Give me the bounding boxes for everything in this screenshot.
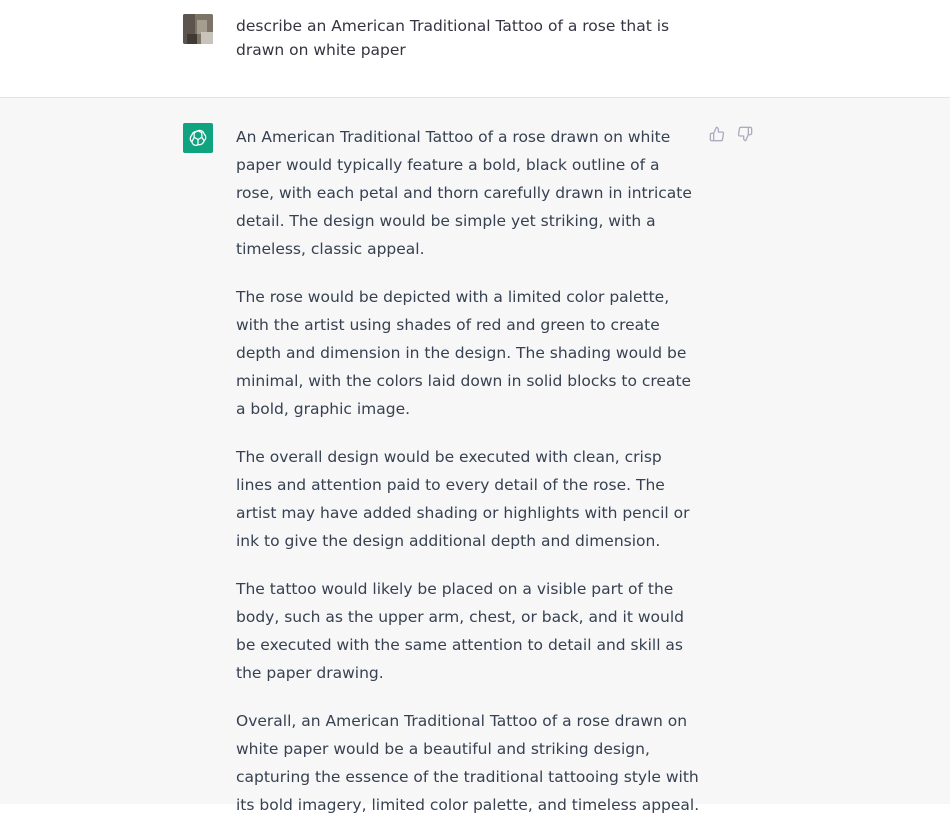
feedback-buttons (709, 126, 753, 142)
user-message-row: describe an American Traditional Tattoo … (0, 0, 950, 98)
thumbs-up-icon (709, 126, 725, 142)
assistant-paragraph: An American Traditional Tattoo of a rose… (236, 128, 692, 258)
thumbs-down-button[interactable] (737, 126, 753, 142)
thumbs-down-icon (737, 126, 753, 142)
assistant-paragraph: The rose would be depicted with a limite… (236, 288, 692, 418)
assistant-message-row: An American Traditional Tattoo of a rose… (0, 98, 950, 814)
user-avatar (183, 14, 213, 44)
openai-logo-icon (183, 123, 213, 153)
thumbs-up-button[interactable] (709, 126, 725, 142)
assistant-paragraph: The overall design would be executed wit… (236, 448, 690, 550)
user-message-text: describe an American Traditional Tattoo … (236, 17, 670, 59)
assistant-paragraph: Overall, an American Traditional Tattoo … (236, 712, 700, 814)
assistant-message-text: An American Traditional Tattoo of a rose… (236, 123, 701, 839)
assistant-paragraph: The tattoo would likely be placed on a v… (236, 580, 685, 682)
